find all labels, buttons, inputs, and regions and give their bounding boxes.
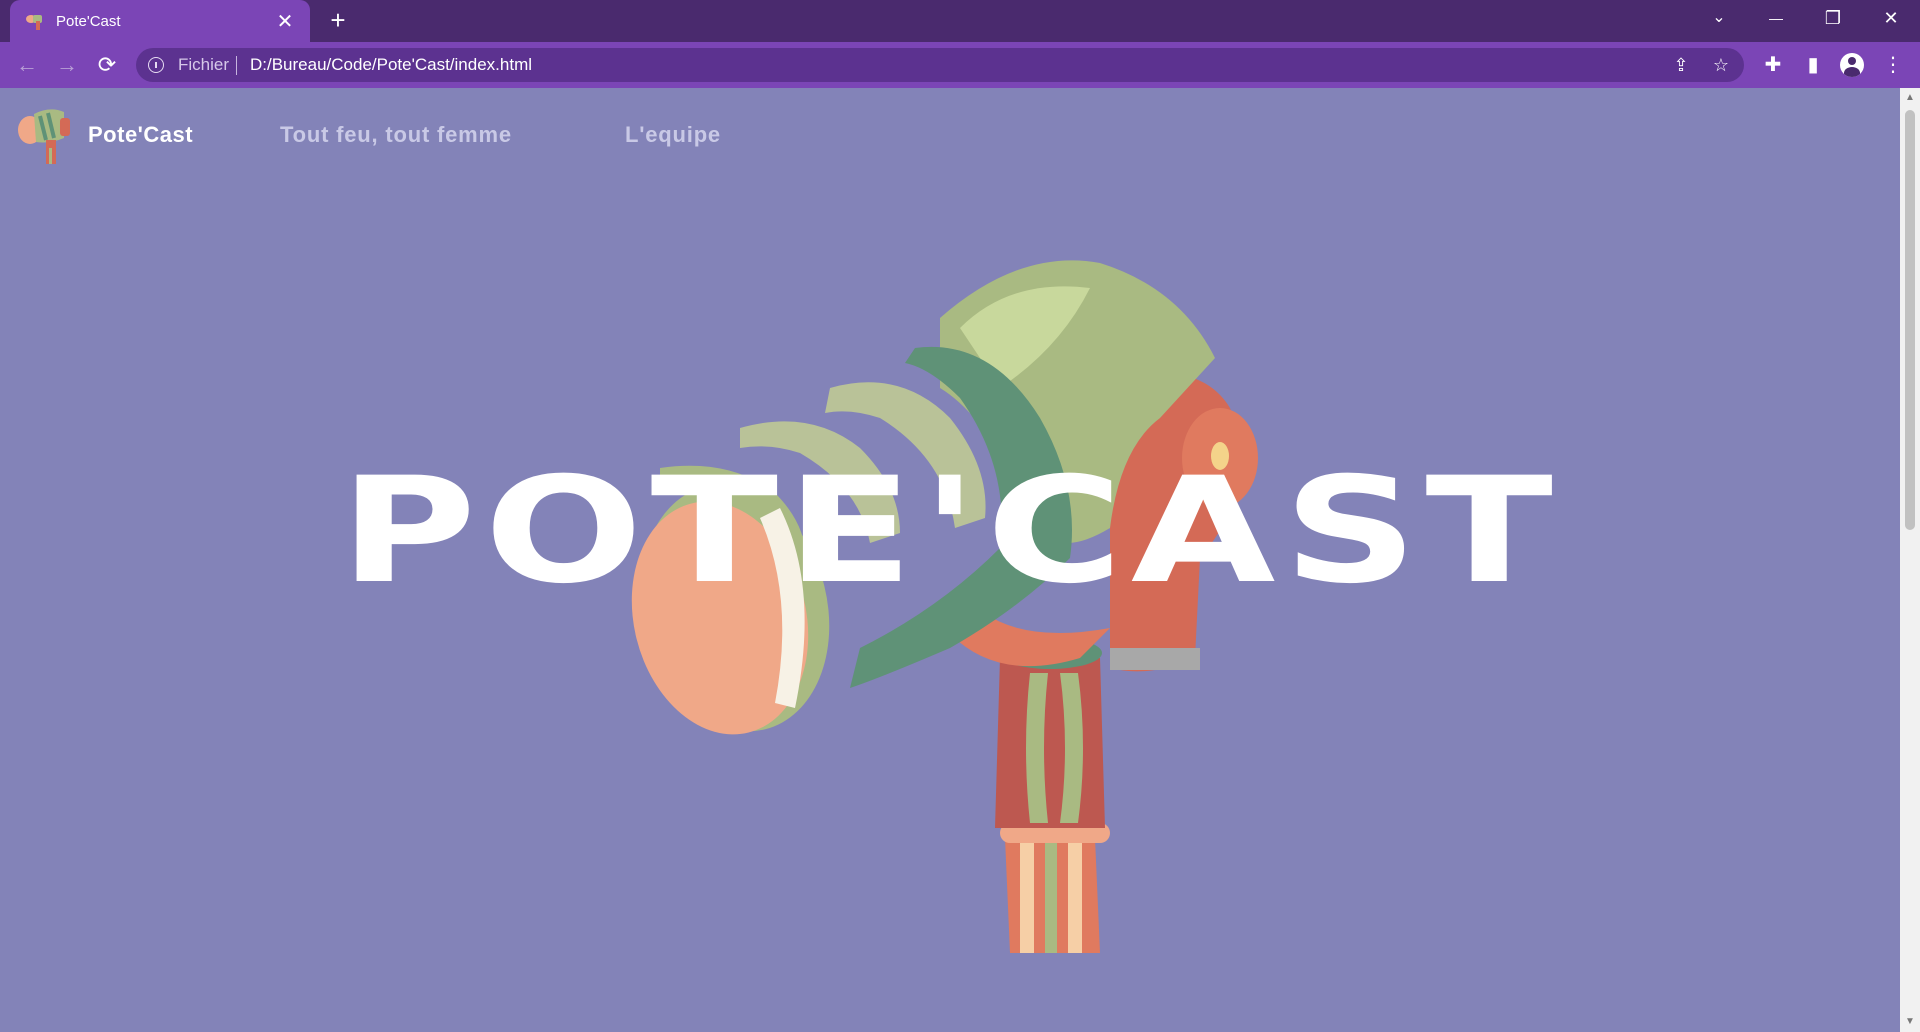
browser-menu-icon[interactable]: ⋮ <box>1880 52 1906 78</box>
file-scheme-label: Fichier <box>178 55 230 74</box>
close-window-icon[interactable]: ✕ <box>1866 0 1916 38</box>
bookmark-star-icon[interactable]: ☆ <box>1710 54 1732 76</box>
address-bar[interactable]: Fichier D:/Bureau/Code/Pote'Cast/index.h… <box>136 48 1744 82</box>
podcast-microphone-favicon-icon <box>26 15 42 30</box>
hero-title: POTE'CAST <box>339 446 1561 616</box>
new-tab-icon[interactable]: + <box>323 6 353 36</box>
side-panel-icon[interactable]: ▮ <box>1800 52 1826 78</box>
vertical-scrollbar[interactable]: ▲ ▼ <box>1900 88 1920 1032</box>
tab-close-icon[interactable]: ✕ <box>274 9 296 34</box>
scroll-down-arrow-icon[interactable]: ▼ <box>1904 1016 1916 1028</box>
profile-avatar-icon[interactable] <box>1840 53 1864 77</box>
active-tab[interactable]: Pote'Cast ✕ <box>10 0 310 42</box>
scroll-thumb[interactable] <box>1905 110 1915 530</box>
scroll-up-arrow-icon[interactable]: ▲ <box>1904 92 1916 104</box>
back-arrow-icon[interactable]: ← <box>12 50 42 80</box>
browser-toolbar: ← → ⟳ Fichier D:/Bureau/Code/Pote'Cast/i… <box>0 42 1920 88</box>
browser-tab-strip: Pote'Cast ✕ + ⌄ — ❐ ✕ <box>0 0 1920 42</box>
tab-search-icon[interactable]: ⌄ <box>1694 0 1744 38</box>
nav-link-equipe[interactable]: L'equipe <box>625 122 721 148</box>
minimize-window-icon[interactable]: — <box>1751 0 1801 38</box>
url-separator <box>236 56 237 75</box>
extensions-puzzle-icon[interactable]: ✚ <box>1760 52 1786 78</box>
share-icon[interactable]: ⇪ <box>1670 54 1692 76</box>
site-header-nav: Pote'Cast Tout feu, tout femme L'equipe <box>0 88 1900 180</box>
brand-name[interactable]: Pote'Cast <box>88 122 193 148</box>
forward-arrow-icon[interactable]: → <box>52 50 82 80</box>
reload-icon[interactable]: ⟳ <box>92 50 122 80</box>
page-viewport: Pote'Cast Tout feu, tout femme L'equipe … <box>0 88 1900 1032</box>
nav-link-tout-feu[interactable]: Tout feu, tout femme <box>280 122 512 148</box>
restore-window-icon[interactable]: ❐ <box>1808 0 1858 38</box>
tab-title: Pote'Cast <box>56 12 121 30</box>
podcast-logo-icon[interactable] <box>16 104 74 166</box>
site-info-icon[interactable] <box>148 57 164 73</box>
url-text[interactable]: D:/Bureau/Code/Pote'Cast/index.html <box>250 55 532 75</box>
